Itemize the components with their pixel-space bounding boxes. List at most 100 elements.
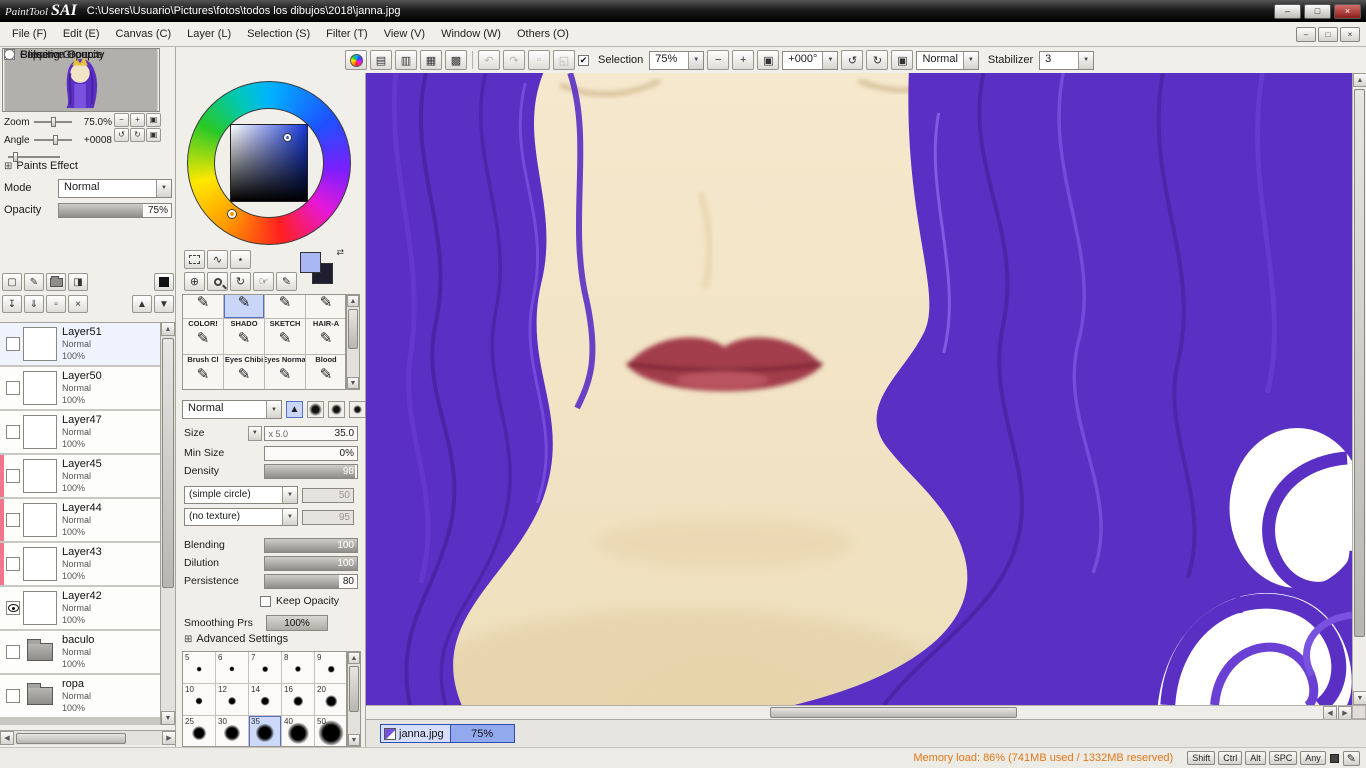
nav-zoom-reset-button[interactable]: ▣ — [146, 113, 161, 127]
deselect-button[interactable]: ▫ — [528, 50, 550, 70]
scratchpad-panel-toggle[interactable]: ▩ — [445, 50, 467, 70]
brush-shape-combo[interactable]: (simple circle) ▼ — [184, 486, 298, 504]
zoom-combo[interactable]: 75% ▼ — [649, 50, 705, 70]
rgb-panel-toggle[interactable]: ▤ — [370, 50, 392, 70]
magic-wand-tool[interactable]: ⋆ — [230, 250, 251, 269]
brush-preset[interactable]: Eyes Normal ✎ — [265, 355, 306, 389]
chevron-down-icon[interactable]: ▼ — [282, 509, 297, 525]
lasso-tool[interactable]: ∿ — [207, 250, 228, 269]
min-size-slider[interactable]: 0% — [263, 445, 358, 461]
slider-handle[interactable] — [50, 117, 56, 127]
move-layer-down-button[interactable]: ▼ — [154, 295, 174, 313]
chevron-down-icon[interactable]: ▼ — [688, 51, 704, 69]
nav-rotate-cw-button[interactable]: ↻ — [130, 128, 145, 142]
keep-opacity-checkbox[interactable] — [260, 595, 271, 607]
zoom-out-button[interactable]: − — [707, 50, 730, 70]
primary-color-swatch[interactable] — [300, 252, 321, 273]
brush-shape-soft-2[interactable] — [328, 401, 345, 418]
rotate-ccw-button[interactable]: ↺ — [841, 50, 864, 70]
scrollbar-thumb[interactable] — [162, 338, 174, 588]
scrollbar-thumb[interactable] — [1354, 89, 1365, 637]
canvas-horizontal-scrollbar[interactable]: ◀ ▶ — [366, 705, 1352, 720]
navigator-zoom-slider[interactable] — [33, 117, 72, 127]
slider-handle[interactable] — [52, 135, 58, 145]
layer-row[interactable]: Layer51 Normal 100% — [0, 323, 160, 365]
menu-item[interactable]: Canvas (C) — [108, 24, 180, 44]
brush-shape-soft-1[interactable] — [307, 401, 324, 418]
menu-item[interactable]: Others (O) — [509, 24, 577, 44]
nav-rotate-reset-button[interactable]: ▣ — [146, 128, 161, 142]
scroll-left-button[interactable]: ◀ — [1323, 706, 1337, 720]
zoom-tool[interactable] — [207, 272, 228, 291]
undo-button[interactable]: ↶ — [478, 50, 500, 70]
texture-strength-slider[interactable]: 95 — [302, 509, 354, 525]
brush-size-option[interactable]: 6 — [216, 652, 249, 684]
smoothing-value-box[interactable]: 100% — [266, 615, 328, 631]
brush-size-option[interactable]: 16 — [282, 684, 315, 716]
expand-icon[interactable]: ⊞ — [184, 634, 192, 645]
scroll-down-button[interactable]: ▼ — [1353, 691, 1366, 705]
scrollbar-thumb[interactable] — [770, 707, 1017, 718]
layer-visibility-toggle[interactable] — [6, 337, 20, 351]
layer-mask-button[interactable]: ◨ — [68, 273, 88, 291]
chevron-down-icon[interactable]: ▼ — [266, 401, 281, 418]
layer-list-hscrollbar[interactable]: ◀ ▶ — [0, 730, 176, 745]
brush-preset[interactable]: SHADO ✎ — [224, 319, 265, 355]
layer-thumbnail[interactable] — [23, 371, 57, 405]
swap-colors-icon[interactable]: ⇄ — [336, 247, 344, 258]
menu-item[interactable]: File (F) — [4, 24, 55, 44]
brush-size-option[interactable]: 20 — [315, 684, 346, 716]
brush-size-option[interactable]: 10 — [183, 684, 216, 716]
scroll-up-button[interactable]: ▲ — [161, 322, 175, 336]
move-tool[interactable]: ⊕ — [184, 272, 205, 291]
scroll-down-button[interactable]: ▼ — [348, 734, 360, 746]
layer-row[interactable]: Layer43 Normal 100% — [0, 543, 160, 585]
menu-item[interactable]: Edit (E) — [55, 24, 108, 44]
dilution-slider[interactable]: 100 — [263, 555, 358, 571]
merge-down-button[interactable]: ⇓ — [24, 295, 44, 313]
brush-size-option[interactable]: 7 — [249, 652, 282, 684]
brush-blend-combo[interactable]: Normal ▼ — [182, 400, 282, 419]
minimize-button[interactable]: – — [1274, 3, 1301, 19]
layer-row[interactable]: Layer47 Normal 100% — [0, 411, 160, 453]
density-slider[interactable]: 98 — [263, 463, 358, 479]
fill-black-button[interactable] — [154, 273, 174, 291]
canvas-vertical-scrollbar[interactable]: ▲ ▼ — [1352, 73, 1366, 705]
layer-visibility-toggle[interactable] — [6, 601, 20, 615]
chevron-down-icon[interactable]: ▼ — [156, 179, 171, 197]
brush-panel-scrollbar[interactable]: ▲ ▼ — [346, 294, 360, 390]
menu-item[interactable]: Window (W) — [433, 24, 509, 44]
scroll-left-button[interactable]: ◀ — [0, 731, 14, 745]
clear-layer-button[interactable]: ▫ — [46, 295, 66, 313]
close-button[interactable]: × — [1334, 3, 1361, 19]
size-unit-dropdown[interactable]: ▼ — [248, 425, 262, 441]
pen-tool[interactable]: ✎ — [276, 272, 297, 291]
radio-icon[interactable] — [4, 49, 15, 60]
brush-preset[interactable]: BLEND ✎ — [265, 295, 306, 319]
doc-close-button[interactable]: × — [1340, 26, 1360, 42]
scroll-up-button[interactable]: ▲ — [347, 295, 359, 307]
layer-option[interactable]: Selection Source — [4, 47, 103, 62]
blending-slider[interactable]: 100 — [263, 537, 358, 553]
brush-preset[interactable]: HAIR-A ✎ — [306, 319, 345, 355]
layer-list-scrollbar[interactable]: ▲ ▼ — [160, 322, 175, 725]
menu-item[interactable]: Filter (T) — [318, 24, 376, 44]
brush-size-option[interactable]: 14 — [249, 684, 282, 716]
layer-visibility-toggle[interactable] — [6, 513, 20, 527]
size-slider[interactable]: x 5.0 35.0 — [263, 425, 359, 441]
brush-preset[interactable]: W.hair ✎ — [306, 295, 345, 319]
angle-combo[interactable]: +000° ▼ — [782, 50, 839, 70]
keep-opacity-row[interactable]: Keep Opacity — [260, 595, 339, 607]
sv-marker-icon[interactable] — [284, 134, 292, 142]
nav-rotate-ccw-button[interactable]: ↺ — [114, 128, 129, 142]
chevron-down-icon[interactable]: ▼ — [1078, 51, 1094, 69]
saturation-value-picker[interactable] — [230, 124, 308, 202]
menu-item[interactable]: Layer (L) — [179, 24, 239, 44]
brush-preset[interactable]: Brush Cl ✎ — [183, 355, 224, 389]
brush-size-option[interactable]: 25 — [183, 716, 216, 746]
brush-shape-triangle[interactable]: ▲ — [286, 401, 303, 418]
brush-shape-soft-3[interactable] — [349, 401, 366, 418]
doc-restore-button[interactable]: □ — [1318, 26, 1338, 42]
nav-zoom-out-button[interactable]: − — [114, 113, 129, 127]
brush-preset[interactable]: Eyes Chibi ✎ — [224, 355, 265, 389]
